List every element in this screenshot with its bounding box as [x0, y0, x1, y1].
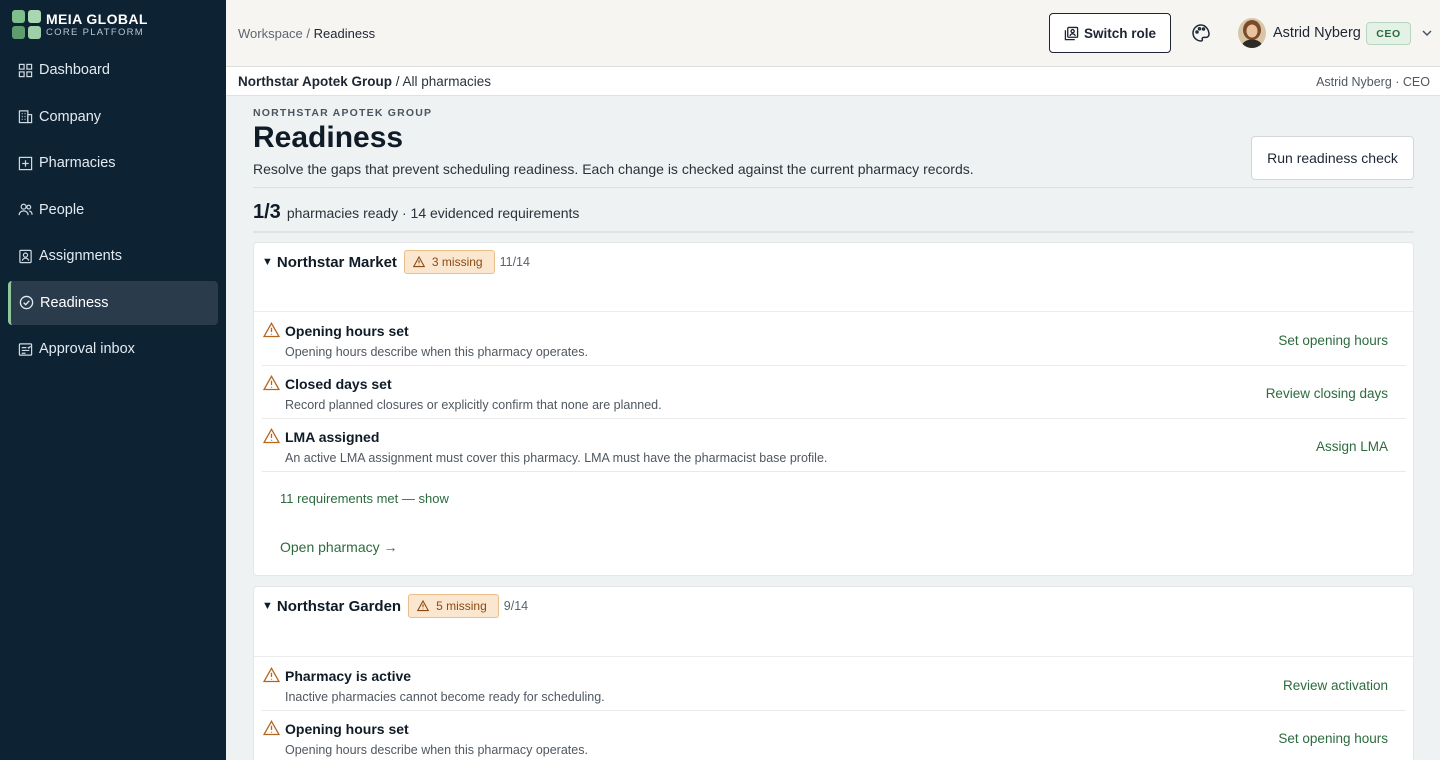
sidebar-item-readiness[interactable]: Readiness — [8, 280, 218, 325]
grid-icon — [18, 63, 33, 78]
pharmacy-card-header[interactable]: ▼ Northstar Market 3 missing 11/14 — [262, 250, 530, 274]
requirement-title: Opening hours set — [285, 721, 409, 737]
brand-logo-icon — [12, 10, 41, 39]
missing-count: 3 missing — [431, 255, 483, 269]
warning-icon — [263, 667, 280, 683]
breadcrumb-root[interactable]: Workspace — [238, 26, 303, 41]
sidebar-item-label: Readiness — [40, 294, 109, 311]
show-met-requirements-link[interactable]: 11 requirements met — show — [280, 491, 449, 506]
requirement-row: Opening hours set Opening hours describe… — [262, 711, 1406, 760]
warning-icon — [412, 256, 425, 268]
missing-badge: 3 missing — [403, 250, 495, 274]
set-opening-hours-link[interactable]: Set opening hours — [1278, 333, 1388, 348]
page-eyebrow: NORTHSTAR APOTEK GROUP — [253, 107, 433, 119]
divider — [253, 187, 1414, 188]
review-closing-days-link[interactable]: Review closing days — [1266, 386, 1388, 401]
brand[interactable]: MEIA GLOBAL CORE PLATFORM — [12, 10, 148, 39]
sidebar-item-label: Pharmacies — [39, 155, 116, 171]
sidebar-item-people[interactable]: People — [8, 188, 218, 232]
requirement-description: Inactive pharmacies cannot become ready … — [285, 690, 605, 704]
identity-label: Astrid Nyberg · CEO — [1316, 75, 1430, 89]
missing-badge: 5 missing — [408, 594, 499, 618]
switch-role-label: Switch role — [1083, 25, 1156, 41]
requirement-description: An active LMA assignment must cover this… — [285, 451, 828, 465]
requirement-row: LMA assigned An active LMA assignment mu… — [262, 419, 1406, 472]
requirement-description: Record planned closures or explicitly co… — [285, 398, 662, 412]
context-bar: Northstar Apotek Group / All pharmacies … — [226, 67, 1440, 96]
org-name[interactable]: Northstar Apotek Group — [238, 74, 392, 89]
requirement-row: Closed days set Record planned closures … — [262, 366, 1406, 419]
badge-icon — [18, 249, 33, 264]
pharmacy-card-northstar-market: ▼ Northstar Market 3 missing 11/14 Openi… — [253, 242, 1414, 576]
inbox-icon — [18, 342, 33, 357]
assign-lma-link[interactable]: Assign LMA — [1316, 439, 1388, 454]
divider — [253, 231, 1414, 233]
divider — [254, 311, 1413, 312]
sidebar-item-approval-inbox[interactable]: Approval inbox — [8, 327, 218, 371]
requirement-title: LMA assigned — [285, 429, 380, 445]
requirement-description: Opening hours describe when this pharmac… — [285, 743, 588, 757]
sidebar-item-label: Approval inbox — [39, 341, 135, 357]
user-name[interactable]: Astrid Nyberg — [1273, 25, 1361, 41]
breadcrumb-current: Readiness — [313, 26, 376, 41]
sidebar-item-label: Assignments — [39, 248, 123, 264]
requirement-title: Opening hours set — [285, 323, 409, 339]
readiness-summary: 1/3 pharmacies ready · 14 evidenced requ… — [253, 201, 579, 224]
summary-count: 1/3 — [253, 201, 281, 223]
warning-icon — [263, 322, 280, 338]
divider — [254, 656, 1413, 657]
caret-down-icon[interactable]: ▼ — [262, 256, 273, 268]
pharmacy-card-header[interactable]: ▼ Northstar Garden 5 missing 9/14 — [262, 594, 528, 618]
caret-down-icon[interactable]: ▼ — [262, 600, 273, 612]
requirement-row: Pharmacy is active Inactive pharmacies c… — [262, 658, 1406, 711]
summary-text: pharmacies ready · 14 evidenced requirem… — [286, 205, 580, 221]
top-header: Workspace / Readiness Switch role Astrid… — [226, 0, 1440, 67]
open-pharmacy-link[interactable]: Open pharmacy → — [280, 539, 398, 555]
missing-count: 5 missing — [436, 599, 487, 613]
requirement-title: Pharmacy is active — [285, 668, 412, 684]
check-circle-icon — [19, 295, 34, 310]
breadcrumb: Workspace / Readiness — [238, 26, 375, 41]
warning-icon — [263, 375, 280, 391]
building-icon — [18, 109, 33, 124]
scope-label: / All pharmacies — [392, 74, 492, 89]
role-badge: CEO — [1366, 22, 1411, 45]
sidebar-nav: Dashboard Company Pharmacies People Assi… — [8, 48, 218, 374]
sidebar-item-label: Company — [39, 108, 102, 125]
breadcrumb-separator: / — [302, 26, 314, 41]
sidebar: MEIA GLOBAL CORE PLATFORM Dashboard Comp… — [0, 0, 226, 760]
page-title: Readiness — [253, 121, 404, 154]
sidebar-item-label: Dashboard — [39, 62, 110, 78]
sidebar-item-label: People — [39, 201, 85, 218]
warning-icon — [263, 428, 280, 444]
brand-name: MEIA GLOBAL — [46, 11, 148, 27]
sidebar-item-dashboard[interactable]: Dashboard — [8, 48, 218, 92]
review-activation-link[interactable]: Review activation — [1283, 678, 1388, 693]
sidebar-item-assignments[interactable]: Assignments — [8, 234, 218, 278]
requirement-description: Opening hours describe when this pharmac… — [285, 345, 588, 359]
avatar[interactable] — [1238, 18, 1266, 48]
sidebar-item-pharmacies[interactable]: Pharmacies — [8, 141, 218, 185]
warning-icon — [263, 720, 280, 736]
pharmacy-name: Northstar Garden — [276, 597, 402, 615]
brand-subtitle: CORE PLATFORM — [46, 27, 145, 38]
page-description: Resolve the gaps that prevent scheduling… — [253, 161, 974, 177]
pharmacy-name: Northstar Market — [276, 253, 397, 271]
set-opening-hours-link[interactable]: Set opening hours — [1278, 731, 1388, 746]
context-breadcrumb: Northstar Apotek Group / All pharmacies — [238, 74, 491, 89]
pharmacy-card-northstar-garden: ▼ Northstar Garden 5 missing 9/14 Pharma… — [253, 586, 1414, 760]
sidebar-item-company[interactable]: Company — [8, 95, 218, 139]
chevron-down-icon[interactable] — [1420, 26, 1434, 40]
run-readiness-check-button[interactable]: Run readiness check — [1251, 136, 1414, 180]
requirements-progress: 9/14 — [503, 599, 529, 613]
requirements-progress: 11/14 — [499, 255, 530, 269]
switch-role-button[interactable]: Switch role — [1049, 13, 1171, 53]
palette-icon[interactable] — [1191, 23, 1211, 43]
people-icon — [18, 202, 33, 217]
requirement-title: Closed days set — [285, 376, 392, 392]
warning-icon — [417, 600, 430, 612]
requirement-row: Opening hours set Opening hours describe… — [262, 313, 1406, 366]
pharmacy-icon — [18, 156, 33, 171]
switch-role-icon — [1064, 26, 1079, 40]
